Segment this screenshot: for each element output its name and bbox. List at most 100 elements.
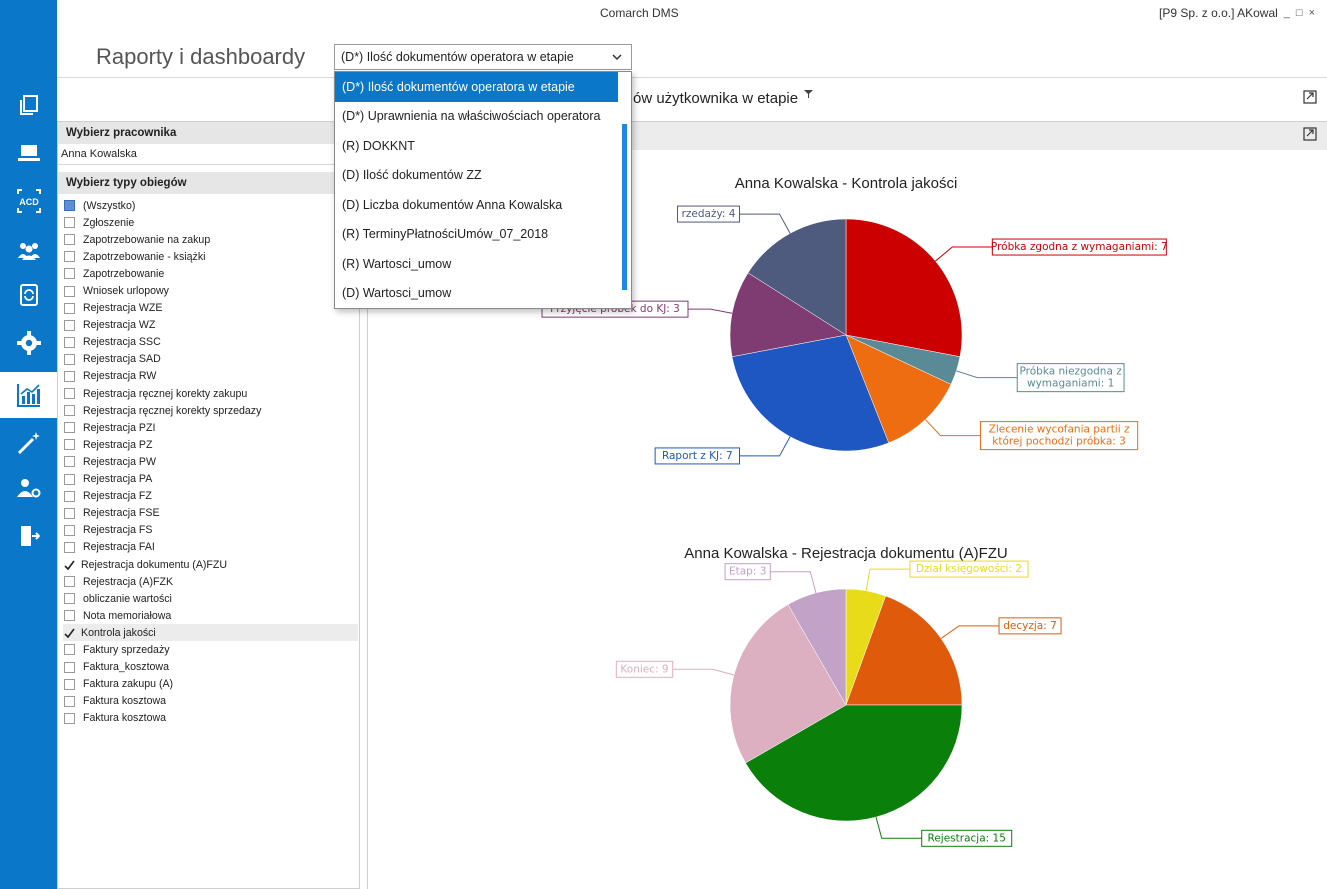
checkbox[interactable] (64, 490, 75, 502)
type-checkbox-row[interactable]: Faktura_kosztowa (63, 659, 358, 676)
checkmark-icon[interactable] (64, 560, 75, 571)
checkbox[interactable] (64, 353, 75, 365)
checkbox[interactable] (64, 268, 75, 280)
checkbox[interactable] (64, 234, 75, 246)
type-label: Zapotrzebowanie (83, 267, 165, 280)
report-select[interactable]: (D*) Ilość dokumentów operatora w etapie (334, 44, 632, 70)
dropdown-option[interactable]: (D*) Uprawnienia na właściwościach opera… (335, 102, 631, 132)
type-label: obliczanie wartości (83, 592, 172, 605)
type-checkbox-row[interactable]: Rejestracja RW (63, 368, 358, 385)
filter-icon[interactable] (804, 90, 814, 99)
documents-icon[interactable] (0, 82, 57, 128)
acd-icon[interactable]: ACD (0, 178, 57, 224)
checkbox[interactable] (64, 473, 75, 485)
close-button[interactable]: × (1309, 7, 1315, 19)
maximize-button[interactable]: □ (1296, 7, 1303, 19)
checkbox[interactable] (64, 405, 75, 417)
checkbox[interactable] (64, 370, 75, 382)
export-icon[interactable] (1303, 90, 1317, 104)
type-checkbox-row[interactable]: Zapotrzebowanie (63, 265, 358, 282)
dropdown-option[interactable]: (D*) Ilość dokumentów operatora w etapie (335, 72, 618, 102)
type-checkbox-row[interactable]: obliczanie wartości (63, 590, 358, 607)
minimize-button[interactable]: _ (1284, 7, 1290, 19)
checkbox[interactable] (64, 695, 75, 707)
panel-export-icon[interactable] (1303, 127, 1317, 141)
document-sync-icon[interactable] (0, 272, 57, 318)
checkbox[interactable] (64, 712, 75, 724)
type-checkbox-row[interactable]: Zgłoszenie (63, 214, 358, 231)
type-checkbox-row[interactable]: Rejestracja FZ (63, 488, 358, 505)
checkbox[interactable] (64, 456, 75, 468)
type-checkbox-row[interactable]: Rejestracja dokumentu (A)FZU (63, 556, 358, 573)
checkbox[interactable] (64, 336, 75, 348)
type-checkbox-row[interactable]: Rejestracja PA (63, 471, 358, 488)
divider (57, 77, 1327, 78)
type-checkbox-row[interactable]: Rejestracja WZE (63, 300, 358, 317)
checkbox[interactable] (64, 439, 75, 451)
checkmark-icon[interactable] (64, 628, 75, 639)
dropdown-option[interactable]: (R) Wartosci_umow (335, 249, 631, 279)
checkbox[interactable] (64, 524, 75, 536)
chart-title: Anna Kowalska - Rejestracja dokumentu (A… (684, 545, 1007, 562)
checkbox[interactable] (64, 217, 75, 229)
type-checkbox-row[interactable]: Rejestracja WZ (63, 317, 358, 334)
type-checkbox-row[interactable]: Faktury sprzedaży (63, 641, 358, 658)
user-settings-icon[interactable] (0, 465, 57, 511)
type-checkbox-row[interactable]: Rejestracja SSC (63, 334, 358, 351)
dropdown-option[interactable]: (D) Ilość dokumentów ZZ (335, 161, 631, 191)
type-checkbox-row[interactable]: Wniosek urlopowy (63, 282, 358, 299)
checkbox[interactable] (64, 507, 75, 519)
type-checkbox-row[interactable]: Nota memoriałowa (63, 607, 358, 624)
dropdown-option[interactable]: (D) Liczba dokumentów Anna Kowalska (335, 190, 631, 220)
data-label: wymaganiami: 1 (1027, 378, 1114, 390)
checkbox[interactable] (64, 200, 75, 212)
type-checkbox-row[interactable]: Rejestracja PW (63, 453, 358, 470)
checkbox[interactable] (64, 644, 75, 656)
checkbox[interactable] (64, 661, 75, 673)
type-checkbox-row[interactable]: Faktura zakupu (A) (63, 676, 358, 693)
type-checkbox-row[interactable]: Rejestracja PZ (63, 436, 358, 453)
checkbox[interactable] (64, 422, 75, 434)
type-checkbox-row[interactable]: Zapotrzebowanie - książki (63, 248, 358, 265)
users-icon[interactable] (0, 228, 57, 274)
type-checkbox-row[interactable]: Zapotrzebowanie na zakup (63, 231, 358, 248)
reports-icon[interactable] (0, 372, 57, 418)
checkbox[interactable] (64, 319, 75, 331)
type-checkbox-row[interactable]: Faktura kosztowa (63, 710, 358, 727)
checkbox[interactable] (64, 678, 75, 690)
dropdown-option[interactable]: (D) Wartosci_umow (335, 279, 631, 309)
checkbox[interactable] (64, 576, 75, 588)
checkbox[interactable] (64, 593, 75, 605)
checkbox[interactable] (64, 541, 75, 553)
checkbox[interactable] (64, 302, 75, 314)
checkbox[interactable] (64, 610, 75, 622)
leader-line (739, 213, 791, 234)
type-label: Rejestracja RW (83, 370, 157, 383)
logout-icon[interactable] (0, 513, 57, 559)
type-checkbox-row[interactable]: Rejestracja ręcznej korekty sprzedazy (63, 402, 358, 419)
type-label: Faktury sprzedaży (83, 643, 170, 656)
type-checkbox-row[interactable]: (Wszystko) (63, 197, 358, 214)
type-checkbox-row[interactable]: Rejestracja PZI (63, 419, 358, 436)
type-label: Rejestracja SAD (83, 353, 161, 366)
type-checkbox-row[interactable]: Kontrola jakości (63, 624, 358, 642)
type-checkbox-row[interactable]: Rejestracja FSE (63, 505, 358, 522)
type-checkbox-row[interactable]: Rejestracja SAD (63, 351, 358, 368)
dropdown-option[interactable]: (R) TerminyPłatnościUmów_07_2018 (335, 220, 631, 250)
dropdown-scrollbar[interactable] (622, 124, 627, 290)
type-checkbox-row[interactable]: Rejestracja (A)FZK (63, 573, 358, 590)
type-label: Rejestracja SSC (83, 336, 161, 349)
leader-line (672, 668, 735, 676)
wand-icon[interactable] (0, 420, 57, 466)
type-checkbox-row[interactable]: Rejestracja ręcznej korekty zakupu (63, 385, 358, 402)
type-checkbox-row[interactable]: Rejestracja FS (63, 522, 358, 539)
dropdown-option[interactable]: (R) DOKKNT (335, 131, 631, 161)
type-checkbox-row[interactable]: Faktura kosztowa (63, 693, 358, 710)
checkbox[interactable] (64, 388, 75, 400)
checkbox[interactable] (64, 285, 75, 297)
computer-icon[interactable] (0, 130, 57, 176)
settings-icon[interactable] (0, 320, 57, 366)
type-checkbox-row[interactable]: Rejestracja FAI (63, 539, 358, 556)
checkbox[interactable] (64, 251, 75, 263)
employee-field[interactable]: Anna Kowalska (58, 144, 359, 165)
